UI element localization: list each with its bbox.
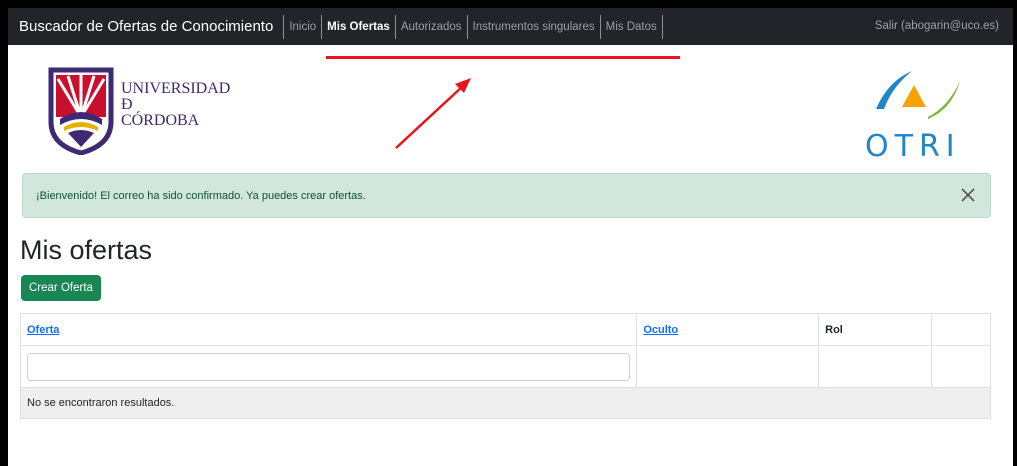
- table-header-row: Oferta Oculto Rol: [19, 313, 991, 346]
- nav-item-instrumentos-singulares[interactable]: Instrumentos singulares: [468, 14, 601, 39]
- empty-results-message: No se encontraron resultados.: [20, 387, 991, 419]
- top-navbar: Buscador de Ofertas de Conocimiento Inic…: [8, 8, 1013, 45]
- table-row: No se encontraron resultados.: [20, 387, 991, 419]
- offers-table: Oferta Oculto Rol No se encontraron resu…: [19, 313, 991, 419]
- nav-item-autorizados[interactable]: Autorizados: [396, 14, 468, 39]
- nav-item-mis-datos[interactable]: Mis Datos: [601, 14, 663, 39]
- navbar-brand[interactable]: Buscador de Ofertas de Conocimiento: [8, 18, 283, 35]
- filter-cell: [818, 345, 933, 388]
- nav-menu: Inicio Mis Ofertas Autorizados Instrumen…: [283, 8, 663, 45]
- filter-cell: [19, 345, 638, 388]
- table-filter-row: [19, 345, 991, 388]
- otri-logo-icon: [876, 71, 960, 119]
- success-alert: ¡Bienvenido! El correo ha sido confirmad…: [22, 173, 991, 218]
- column-header-rol: Rol: [818, 313, 933, 346]
- create-offer-button[interactable]: Crear Oferta: [21, 275, 101, 301]
- column-header-oculto: Oculto: [636, 313, 820, 346]
- oferta-filter-input[interactable]: [27, 352, 631, 381]
- university-name-line: Ð: [121, 96, 133, 113]
- close-icon[interactable]: [958, 185, 978, 205]
- column-header-oferta: Oferta: [19, 313, 638, 346]
- university-name-line: UNIVERSIDAD: [121, 80, 231, 97]
- sort-link-oculto[interactable]: Oculto: [643, 324, 678, 336]
- university-name-line: CÓRDOBA: [121, 112, 200, 129]
- annotation-arrow-icon: [395, 78, 471, 149]
- university-shield-icon: [48, 67, 114, 155]
- column-header-actions: [931, 313, 991, 346]
- alert-message: ¡Bienvenido! El correo ha sido confirmad…: [36, 189, 366, 202]
- filter-cell: [931, 345, 991, 388]
- annotation-underline: [326, 56, 680, 59]
- otri-logo-text: OTRI: [865, 129, 961, 164]
- page-title: Mis ofertas: [20, 235, 153, 265]
- sort-link-oferta[interactable]: Oferta: [27, 324, 59, 336]
- logout-link[interactable]: Salir (abogarin@uco.es): [875, 8, 999, 45]
- nav-item-mis-ofertas[interactable]: Mis Ofertas: [322, 14, 396, 39]
- filter-cell: [636, 345, 820, 388]
- browser-viewport: Buscador de Ofertas de Conocimiento Inic…: [8, 8, 1013, 466]
- nav-item-inicio[interactable]: Inicio: [283, 14, 323, 39]
- university-name: UNIVERSIDAD Ð CÓRDOBA: [121, 81, 230, 129]
